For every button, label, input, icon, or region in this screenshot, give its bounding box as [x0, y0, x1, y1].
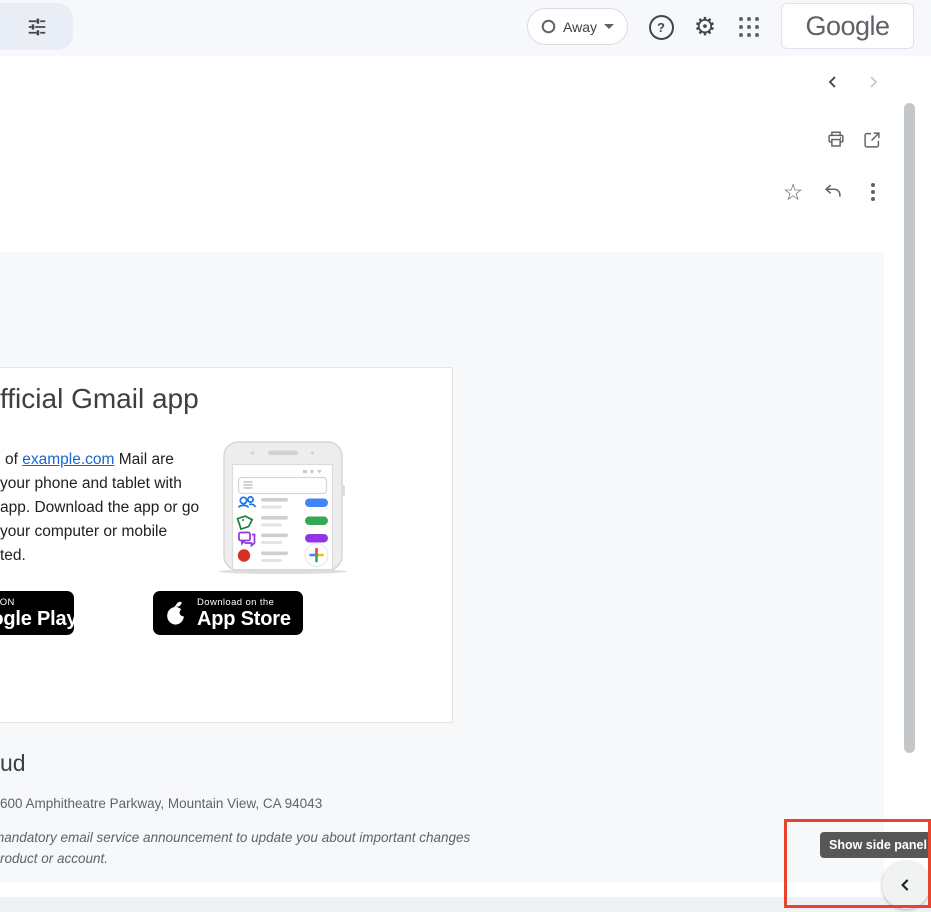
footer-disclaimer: mandatory email service announcement to …: [0, 827, 470, 869]
show-side-panel-tooltip: Show side panel: [820, 832, 931, 858]
email-heading: fficial Gmail app: [0, 382, 199, 416]
search-options-button[interactable]: [0, 3, 73, 50]
settings-button[interactable]: ⚙: [691, 13, 719, 41]
show-side-panel-button[interactable]: [882, 861, 930, 909]
apple-logo-icon: [163, 597, 189, 629]
paragraph-line: app. Download the app or go: [0, 496, 199, 520]
tune-icon: [26, 16, 48, 38]
chevron-left-icon: [825, 74, 841, 90]
footer-brand: ud: [0, 750, 26, 777]
status-away-icon: [541, 19, 556, 34]
google-apps-button[interactable]: [735, 13, 763, 41]
status-label: Away: [563, 19, 597, 35]
chevron-right-icon: [865, 74, 881, 90]
gear-icon: ⚙: [694, 15, 716, 40]
footer-address: 600 Amphitheatre Parkway, Mountain View,…: [0, 796, 322, 811]
more-vert-icon: [871, 183, 875, 201]
disclaimer-line: roduct or account.: [0, 848, 470, 869]
apps-grid-icon: [739, 17, 759, 37]
disclaimer-line: mandatory email service announcement to …: [0, 827, 470, 848]
app-header: Away ? ⚙ Google: [0, 0, 931, 56]
google-play-name: Google Play: [0, 608, 77, 630]
app-store-badge[interactable]: Download on the App Store: [153, 591, 303, 635]
google-logo: Google: [805, 11, 889, 42]
open-in-new-icon: [861, 129, 883, 151]
phone-illustration: [215, 435, 360, 580]
help-icon: ?: [649, 15, 674, 40]
paragraph-text: of: [5, 451, 22, 468]
more-options-button[interactable]: [861, 180, 885, 204]
chevron-down-icon: [604, 24, 614, 29]
paragraph-line: of example.com Mail are: [0, 448, 199, 472]
star-button[interactable]: ☆: [781, 180, 805, 204]
status-selector[interactable]: Away: [527, 8, 628, 45]
chevron-left-icon: [897, 876, 915, 894]
paragraph-line: ted.: [0, 544, 199, 568]
reply-icon: [822, 181, 844, 203]
app-store-name: App Store: [197, 608, 291, 630]
older-conversation-button[interactable]: [861, 70, 885, 94]
print-button[interactable]: [824, 128, 848, 152]
app-store-tagline: Download on the: [197, 597, 291, 608]
example-link[interactable]: example.com: [22, 451, 114, 468]
print-icon: [825, 129, 847, 151]
reply-button[interactable]: [821, 180, 845, 204]
paragraph-line: your phone and tablet with: [0, 472, 199, 496]
scrollbar-thumb[interactable]: [904, 103, 915, 753]
gmail-window: Away ? ⚙ Google: [0, 0, 931, 912]
newer-conversation-button[interactable]: [821, 70, 845, 94]
paragraph-text: Mail are: [114, 451, 173, 468]
google-play-badge[interactable]: GET IT ON Google Play: [0, 591, 74, 635]
paragraph-line: your computer or mobile: [0, 520, 199, 544]
star-icon: ☆: [783, 181, 804, 204]
google-play-tagline: GET IT ON: [0, 597, 77, 608]
open-in-new-button[interactable]: [860, 128, 884, 152]
google-account-box[interactable]: Google: [781, 3, 914, 49]
email-paragraph: of example.com Mail are your phone and t…: [0, 448, 199, 568]
help-button[interactable]: ?: [647, 13, 675, 41]
